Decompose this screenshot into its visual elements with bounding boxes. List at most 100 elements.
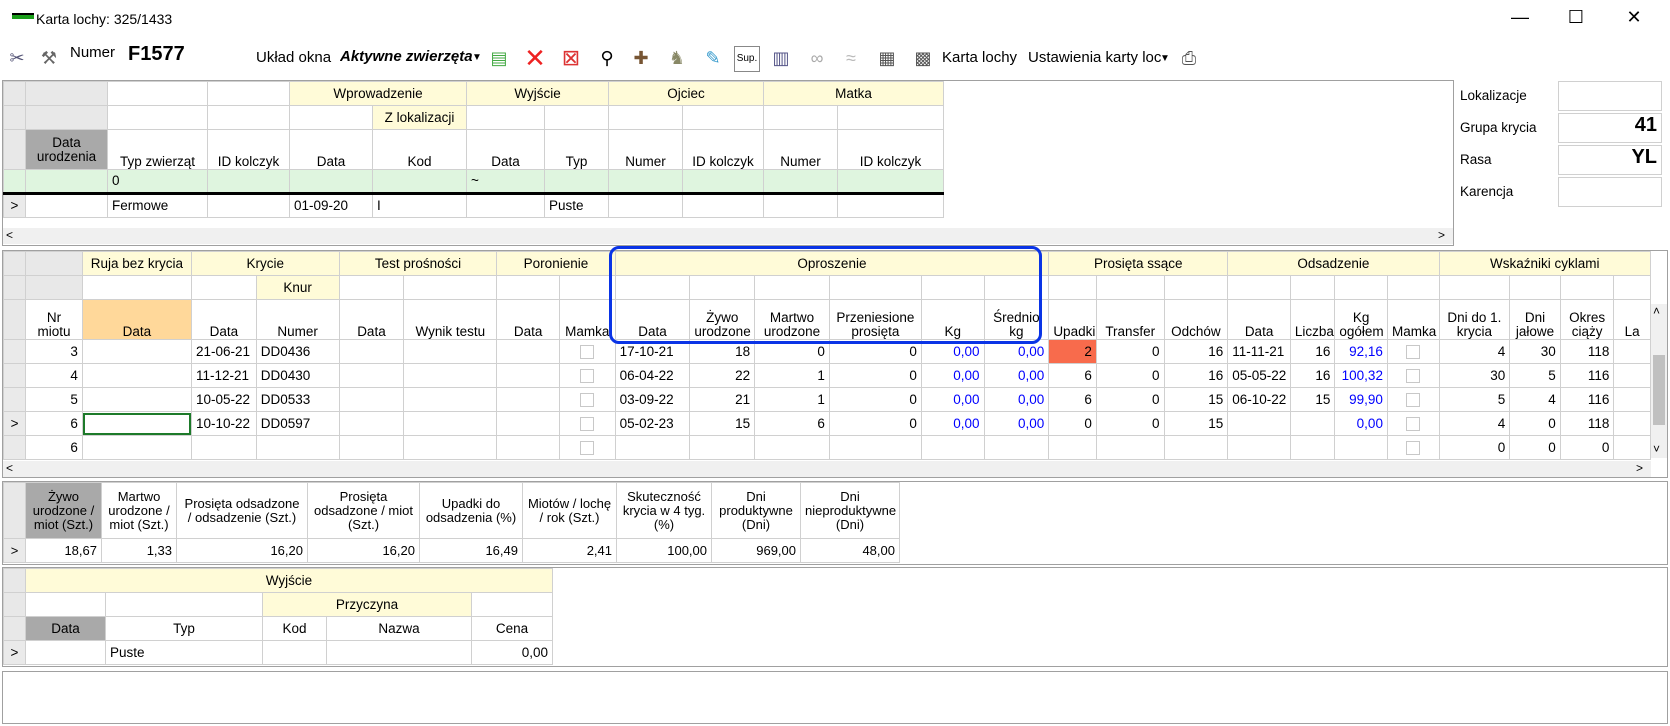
cell-odsadzenie-data[interactable] bbox=[1227, 435, 1291, 460]
calculator-icon[interactable]: ▦ bbox=[874, 44, 900, 72]
checkbox[interactable] bbox=[580, 392, 595, 407]
cell-test-data[interactable] bbox=[338, 363, 405, 388]
cell-typ[interactable]: Fermowe bbox=[107, 193, 208, 218]
cell-odsadzenie-data[interactable]: 06-10-22 bbox=[1227, 387, 1291, 412]
cell-zywo-urodzone[interactable] bbox=[689, 435, 756, 460]
cell-dni-do-krycia[interactable]: 30 bbox=[1438, 363, 1511, 388]
row-indicator[interactable]: > bbox=[3, 538, 26, 563]
col-dni-do-krycia[interactable]: Dni do 1. krycia bbox=[1438, 299, 1511, 340]
cell-nr-miotu[interactable]: 5 bbox=[25, 387, 83, 412]
cell-transfer[interactable]: 0 bbox=[1095, 411, 1165, 436]
row-indicator[interactable] bbox=[2, 363, 27, 388]
cell-przeniesione[interactable] bbox=[828, 435, 922, 460]
uklad-select[interactable]: Aktywne zwierzęta bbox=[340, 48, 472, 65]
cell-transfer[interactable] bbox=[1095, 435, 1165, 460]
cell-kg[interactable] bbox=[920, 435, 985, 460]
cell-upadki[interactable]: 2 bbox=[1048, 339, 1097, 364]
cell-knur-numer[interactable]: DD0533 bbox=[255, 387, 340, 412]
checkbox[interactable] bbox=[580, 416, 595, 431]
binoculars-icon[interactable]: ⚲ bbox=[594, 44, 620, 72]
cell-test-data[interactable] bbox=[338, 387, 405, 412]
cell-dni-do-krycia[interactable]: 5 bbox=[1438, 387, 1511, 412]
row-indicator[interactable] bbox=[2, 339, 27, 364]
cell-kod[interactable]: I bbox=[371, 193, 468, 218]
cell-mamka[interactable] bbox=[558, 411, 616, 436]
col-exit-cena[interactable]: Cena bbox=[471, 616, 553, 641]
cell-zywo-urodzone[interactable]: 21 bbox=[689, 387, 756, 412]
cell-odchow[interactable]: 16 bbox=[1163, 363, 1229, 388]
cell-kg-ogolem[interactable]: 99,90 bbox=[1334, 387, 1388, 412]
cell-mamka-odsadzenie[interactable] bbox=[1386, 411, 1440, 436]
summary-header-7[interactable]: Dni produktywne (Dni) bbox=[711, 482, 801, 539]
cell-nr-miotu[interactable]: 3 bbox=[25, 339, 83, 364]
cell-knur-numer[interactable] bbox=[255, 435, 340, 460]
checkbox[interactable] bbox=[580, 368, 595, 383]
cell-transfer[interactable]: 0 bbox=[1095, 363, 1165, 388]
cell-kg-ogolem[interactable]: 92,16 bbox=[1334, 339, 1388, 364]
cell-przeniesione[interactable]: 0 bbox=[828, 411, 922, 436]
lokalizacje-field[interactable] bbox=[1558, 81, 1662, 111]
checkbox[interactable] bbox=[1406, 368, 1421, 383]
cell-ruja-data[interactable] bbox=[81, 387, 193, 412]
checkbox[interactable] bbox=[1406, 392, 1421, 407]
col-okres-ciazy[interactable]: Okres ciąży bbox=[1559, 299, 1615, 340]
cell-wynik-testu[interactable] bbox=[403, 387, 498, 412]
syringe-icon[interactable]: ✎ bbox=[700, 44, 726, 72]
karta-lochy-button[interactable]: Karta lochy bbox=[942, 49, 1017, 66]
rasa-field[interactable]: YL bbox=[1558, 145, 1662, 175]
row-indicator[interactable] bbox=[2, 435, 27, 460]
col-krycie-data[interactable]: Data bbox=[191, 299, 257, 340]
cell-dni-do-krycia[interactable]: 4 bbox=[1438, 411, 1511, 436]
row-indicator[interactable] bbox=[2, 387, 27, 412]
col-typ-zwierzat[interactable]: Typ zwierząt bbox=[107, 129, 208, 170]
col-mamka-odsadzenie[interactable]: Mamka bbox=[1386, 299, 1440, 340]
chevron-down-icon[interactable]: ▼ bbox=[472, 52, 482, 63]
cell-mamka-odsadzenie[interactable] bbox=[1386, 363, 1440, 388]
cell-krycie-data[interactable] bbox=[191, 435, 257, 460]
exit-cell-cena[interactable]: 0,00 bbox=[471, 640, 553, 665]
col-data-wyjscie[interactable]: Data bbox=[466, 129, 546, 170]
cell-krycie-data[interactable]: 10-10-22 bbox=[191, 411, 257, 436]
chart-icon[interactable]: ▥ bbox=[768, 44, 794, 72]
cell-upadki[interactable] bbox=[1048, 435, 1097, 460]
cell-zywo-urodzone[interactable]: 22 bbox=[689, 363, 756, 388]
col-id-kolczyk[interactable]: ID kolczyk bbox=[207, 129, 290, 170]
col-wynik-testu[interactable]: Wynik testu bbox=[403, 299, 498, 340]
col-numer-ojciec[interactable]: Numer bbox=[608, 129, 684, 170]
col-kod[interactable]: Kod bbox=[371, 129, 468, 170]
tools-icon[interactable]: ✂ bbox=[4, 44, 30, 72]
cell-martwo-urodzone[interactable]: 6 bbox=[754, 411, 830, 436]
cell-ruja-data[interactable] bbox=[81, 411, 193, 436]
cell-la[interactable] bbox=[1613, 435, 1651, 460]
cell-kg[interactable]: 0,00 bbox=[920, 387, 985, 412]
cell-oproszenie-data[interactable]: 06-04-22 bbox=[614, 363, 691, 388]
cell-transfer[interactable]: 0 bbox=[1095, 387, 1165, 412]
link-icon[interactable]: ∞ bbox=[804, 44, 830, 72]
cell-kg[interactable]: 0,00 bbox=[920, 411, 985, 436]
col-test-data[interactable]: Data bbox=[338, 299, 405, 340]
cell-mamka[interactable] bbox=[558, 339, 616, 364]
cell-nr-miotu[interactable]: 6 bbox=[25, 411, 83, 436]
exit-cell-typ[interactable]: Puste bbox=[105, 640, 263, 665]
cell-mamka-odsadzenie[interactable] bbox=[1386, 387, 1440, 412]
summary-header-3[interactable]: Prosięta odsadzone / miot (Szt.) bbox=[307, 482, 420, 539]
summary-header-4[interactable]: Upadki do odsadzenia (%) bbox=[419, 482, 523, 539]
cell-oproszenie-data[interactable] bbox=[614, 435, 691, 460]
cell-wynik-testu[interactable] bbox=[403, 411, 498, 436]
summary-header-0[interactable]: Żywo urodzone / miot (Szt.) bbox=[25, 482, 102, 539]
col-exit-kod[interactable]: Kod bbox=[262, 616, 327, 641]
cell-poronienie-data[interactable] bbox=[496, 363, 560, 388]
printer-icon[interactable]: ⎙ bbox=[1176, 44, 1202, 72]
cell-poronienie-data[interactable] bbox=[496, 387, 560, 412]
cell-mamka[interactable] bbox=[558, 363, 616, 388]
cell-odchow[interactable]: 15 bbox=[1163, 411, 1229, 436]
cell-dni-jalowe[interactable]: 5 bbox=[1509, 363, 1561, 388]
cell-liczba[interactable] bbox=[1289, 411, 1336, 436]
checkbox[interactable] bbox=[580, 344, 595, 359]
cell-nr-miotu[interactable]: 6 bbox=[25, 435, 83, 460]
cell-upadki[interactable]: 6 bbox=[1048, 387, 1097, 412]
cell-liczba[interactable]: 16 bbox=[1289, 363, 1336, 388]
summary-header-1[interactable]: Martwo urodzone / miot (Szt.) bbox=[101, 482, 177, 539]
cell-srednio-kg[interactable]: 0,00 bbox=[983, 363, 1050, 388]
minimize-icon[interactable]: — bbox=[1500, 7, 1540, 33]
